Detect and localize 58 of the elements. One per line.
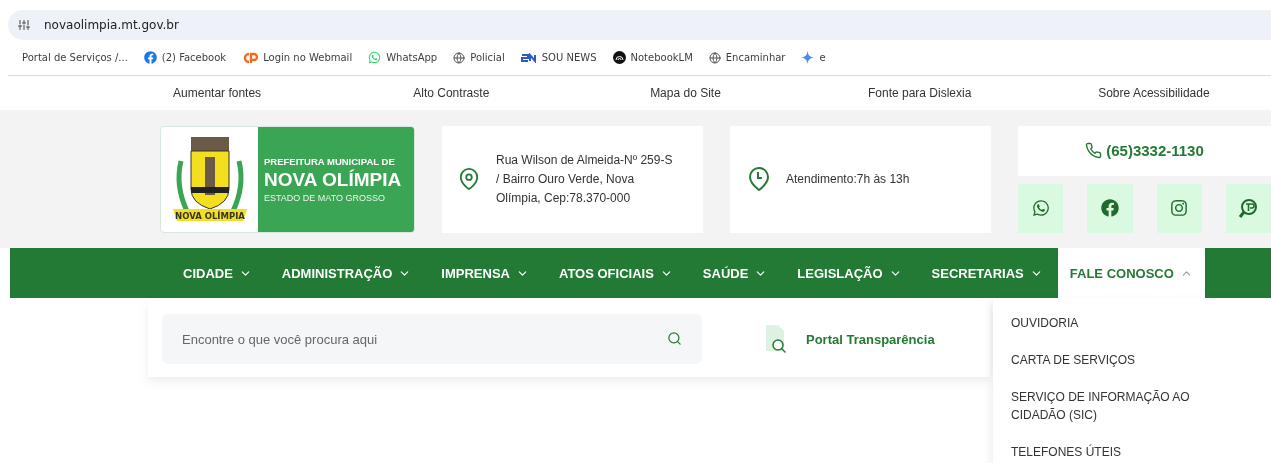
bookmark[interactable]: Portal de Serviços /... (22, 52, 128, 63)
facebook-icon (143, 51, 157, 64)
social-button[interactable] (1156, 183, 1202, 233)
phone-icon (1085, 142, 1103, 159)
phone-card[interactable]: (65)3332-1130 (1018, 125, 1271, 176)
nav-item[interactable]: ATOS OFICIAIS (543, 248, 688, 298)
bookmark[interactable]: WhatsApp (368, 51, 438, 64)
accessibility-link[interactable]: Aumentar fontes (100, 86, 335, 100)
globe-icon (453, 51, 466, 64)
social-button[interactable] (1018, 183, 1064, 233)
sn-icon (520, 52, 537, 63)
magnifier-icon (1238, 198, 1259, 218)
search-field[interactable]: Encontre o que você procura aqui (162, 314, 702, 364)
facebook-icon (1100, 199, 1119, 217)
nav-item[interactable]: ADMINISTRAÇÃO (266, 248, 427, 298)
logo-caption: ESTADO DE MATO GROSSO (264, 192, 387, 203)
accessibility-link[interactable]: Mapa do Site (568, 86, 803, 100)
nav-item[interactable]: FALE CONOSCO (1057, 248, 1205, 298)
location-pin-icon (458, 168, 480, 190)
nav-item[interactable]: SAÚDE (687, 248, 783, 298)
logo-title: NOVA OLÍMPIA (264, 168, 403, 191)
bookmark[interactable]: NotebookLM (612, 51, 693, 64)
transparency-link[interactable]: Portal Transparência (760, 323, 935, 355)
cp-icon (242, 51, 259, 64)
nav-item[interactable]: LEGISLAÇÃO (782, 248, 917, 298)
address-text: Rua Wilson de Almeida-Nº 259-S / Bairro Ouro Verde, Nova Olímpia, Cep:78.370-000 (496, 151, 674, 207)
hours-text: Atendimento:7h às 13h (786, 170, 911, 188)
sparkle-icon (801, 51, 815, 64)
search-icon (667, 331, 682, 346)
bookmark[interactable]: Login no Webmail (242, 51, 353, 64)
bookmark[interactable]: Encaminhar (708, 51, 786, 64)
logo-card[interactable]: NOVA OLÍMPIA PREFEITURA MUNICIPAL DE NOVA OLÍMPIA ESTADO DE MATO GROSSO (160, 125, 415, 233)
whatsapp-icon (1031, 199, 1050, 217)
whatsapp-icon (368, 51, 382, 64)
social-button[interactable] (1225, 183, 1271, 233)
globe-icon (708, 51, 721, 64)
bookmark[interactable]: SOU NEWS (520, 52, 597, 63)
dropdown-item[interactable]: OUVIDORIA (1011, 314, 1221, 332)
bookmark[interactable]: e (801, 51, 826, 64)
logo-subtitle: PREFEITURA MUNICIPAL DE (264, 155, 396, 167)
dropdown-item[interactable]: TELEFONES ÚTEIS (1011, 443, 1221, 461)
dropdown-item[interactable]: SERVIÇO DE INFORMAÇÃO AO CIDADÃO (SIC) (1011, 388, 1221, 424)
notebook-icon (612, 51, 626, 64)
bookmark[interactable]: (2) Facebook (143, 51, 227, 64)
nav-item[interactable]: IMPRENSA (426, 248, 544, 298)
address-bar[interactable]: novaolimpia.mt.gov.br (8, 10, 1271, 40)
accessibility-link[interactable]: Alto Contraste (334, 86, 569, 100)
nav-item[interactable]: SECRETARIAS (916, 248, 1058, 298)
nav-item[interactable]: CIDADE (168, 248, 267, 298)
bookmark[interactable]: Policial (453, 51, 505, 64)
site-settings-icon (18, 19, 30, 31)
crest-drawing: NOVA OLÍMPIA (168, 131, 251, 227)
social-button[interactable] (1087, 183, 1133, 233)
instagram-icon (1170, 199, 1189, 217)
clock-pin-icon (748, 167, 770, 191)
accessibility-link[interactable]: Sobre Acessibilidade (1036, 86, 1271, 100)
dropdown-item[interactable]: CARTA DE SERVIÇOS (1011, 351, 1221, 369)
accessibility-link[interactable]: Fonte para Dislexia (802, 86, 1037, 100)
